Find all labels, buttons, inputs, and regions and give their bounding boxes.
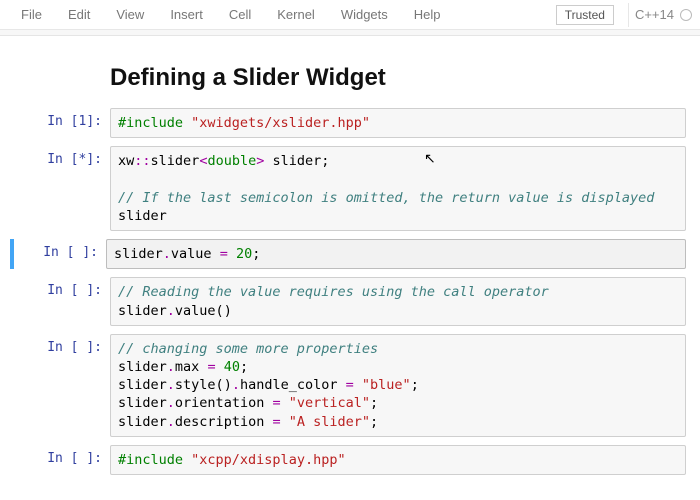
code-token: "blue" [362,377,411,393]
code-token: double [207,153,256,169]
code-token: . [232,377,240,393]
code-token: ; [370,414,378,430]
code-token: 40 [224,359,240,375]
code-cell[interactable]: In [1]:#include "xwidgets/xslider.hpp" [14,108,686,138]
code-input[interactable]: // Reading the value requires using the … [110,277,686,325]
menu-view[interactable]: View [103,1,157,28]
code-token [216,359,224,375]
divider [628,3,629,27]
markdown-cell[interactable]: Defining a Slider Widget [14,60,686,94]
input-prompt: In [ ]: [14,445,110,475]
code-token: style() [175,377,232,393]
code-cell[interactable]: In [ ]:// changing some more properties … [14,334,686,437]
input-prompt: In [ ]: [14,277,110,325]
code-token: ; [411,377,419,393]
code-input[interactable]: // changing some more properties slider.… [110,334,686,437]
code-token [228,246,236,262]
code-input[interactable]: #include "xcpp/xdisplay.hpp" [110,445,686,475]
menu-cell[interactable]: Cell [216,1,264,28]
code-token: slider [118,377,167,393]
code-token: #include [118,452,191,468]
menu-file[interactable]: File [8,1,55,28]
input-prompt: In [1]: [14,108,110,138]
code-token: max [175,359,208,375]
code-token: value [171,246,220,262]
code-token: value() [175,303,232,319]
notebook-container: Defining a Slider Widget In [1]:#include… [0,36,700,475]
code-token: slider [114,246,163,262]
code-token: slider; [264,153,329,169]
code-token: :: [134,153,150,169]
code-token: slider [118,303,167,319]
menu-help[interactable]: Help [401,1,454,28]
code-cell[interactable]: In [ ]: // Reading the value requires usi… [14,277,686,325]
code-token: . [163,246,171,262]
code-token: #include [118,115,191,131]
code-input[interactable]: #include "xwidgets/xslider.hpp" [110,108,686,138]
menubar-left: File Edit View Insert Cell Kernel Widget… [8,1,454,28]
kernel-name: C++14 [635,7,674,22]
code-token: = [220,246,228,262]
code-token [281,414,289,430]
menu-widgets[interactable]: Widgets [328,1,401,28]
code-cell[interactable]: In [ ]:#include "xcpp/xdisplay.hpp" [14,445,686,475]
code-token: 20 [236,246,252,262]
code-cell[interactable]: In [*]:xw::slider<double> slider; // If … [14,146,686,231]
code-token [354,377,362,393]
menu-insert[interactable]: Insert [157,1,216,28]
code-token: = [272,414,280,430]
code-token: handle_color [240,377,346,393]
trusted-button[interactable]: Trusted [556,5,614,25]
code-token: slider [151,153,200,169]
code-token: . [167,377,175,393]
code-token: "vertical" [289,395,370,411]
code-token: description [175,414,273,430]
code-input[interactable]: slider.value = 20; [106,239,686,269]
code-token: . [167,414,175,430]
code-token: // changing some more properties [118,341,378,357]
menu-kernel[interactable]: Kernel [264,1,328,28]
code-token: // Reading the value requires using the … [118,284,549,300]
code-token: . [167,359,175,375]
prompt-empty [14,60,110,94]
code-cell[interactable]: In [ ]:slider.value = 20; [14,239,686,269]
code-token: "xwidgets/xslider.hpp" [191,115,370,131]
code-token: slider [118,395,167,411]
code-token: = [272,395,280,411]
code-token: "A slider" [289,414,370,430]
section-heading: Defining a Slider Widget [110,60,386,94]
code-token: = [207,359,215,375]
input-prompt: In [ ]: [14,334,110,437]
code-input[interactable]: xw::slider<double> slider; // If the las… [110,146,686,231]
menubar: File Edit View Insert Cell Kernel Widget… [0,0,700,30]
kernel-indicator-icon [680,9,692,21]
code-token: // If the last semicolon is omitted, the… [118,190,654,206]
code-token: "xcpp/xdisplay.hpp" [191,452,345,468]
code-token: ; [240,359,248,375]
code-token: ; [252,246,260,262]
code-token: = [346,377,354,393]
code-token [281,395,289,411]
input-prompt: In [*]: [14,146,110,231]
code-token: . [167,395,175,411]
menu-edit[interactable]: Edit [55,1,103,28]
code-token: orientation [175,395,273,411]
input-prompt: In [ ]: [10,239,106,269]
code-token: ; [370,395,378,411]
code-token: xw [118,153,134,169]
code-token: . [167,303,175,319]
code-token: slider [118,208,167,224]
code-token: slider [118,359,167,375]
code-token: slider [118,414,167,430]
